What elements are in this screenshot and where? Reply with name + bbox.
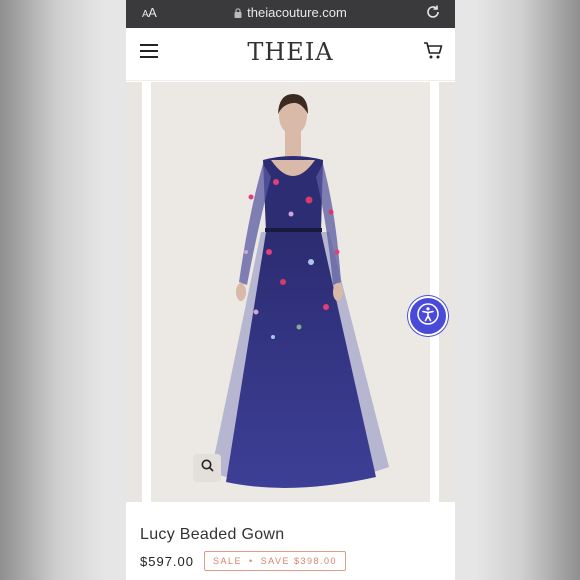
gown-model-illustration <box>211 94 389 488</box>
search-icon <box>201 459 214 477</box>
product-title: Lucy Beaded Gown <box>140 526 285 543</box>
accessibility-button[interactable] <box>408 296 448 336</box>
next-image-peek[interactable] <box>439 82 455 502</box>
lock-icon <box>234 6 242 21</box>
previous-image-peek[interactable] <box>126 82 142 502</box>
price-row: $597.00 SALE • SAVE $398.00 <box>140 550 347 572</box>
zoom-button[interactable] <box>193 454 221 482</box>
sale-separator: • <box>249 556 254 566</box>
product-image-carousel[interactable] <box>126 82 455 502</box>
browser-address-bar: AA theiacouture.com <box>126 0 455 28</box>
reload-icon[interactable] <box>425 4 441 25</box>
phone-screen: AA theiacouture.com THEIA Lucy Beaded Go… <box>126 0 455 580</box>
site-logo[interactable]: THEIA <box>126 38 455 66</box>
product-image[interactable] <box>151 82 430 502</box>
accessibility-icon <box>416 302 440 331</box>
cart-icon[interactable] <box>423 42 443 65</box>
url-text: theiacouture.com <box>247 5 347 20</box>
product-price: $597.00 <box>140 553 194 569</box>
url-field[interactable]: theiacouture.com <box>126 5 455 21</box>
sale-badge: SALE • SAVE $398.00 <box>204 551 347 571</box>
sale-label: SALE <box>213 556 243 566</box>
site-header: THEIA <box>126 28 455 81</box>
savings-label: SAVE $398.00 <box>260 556 338 566</box>
